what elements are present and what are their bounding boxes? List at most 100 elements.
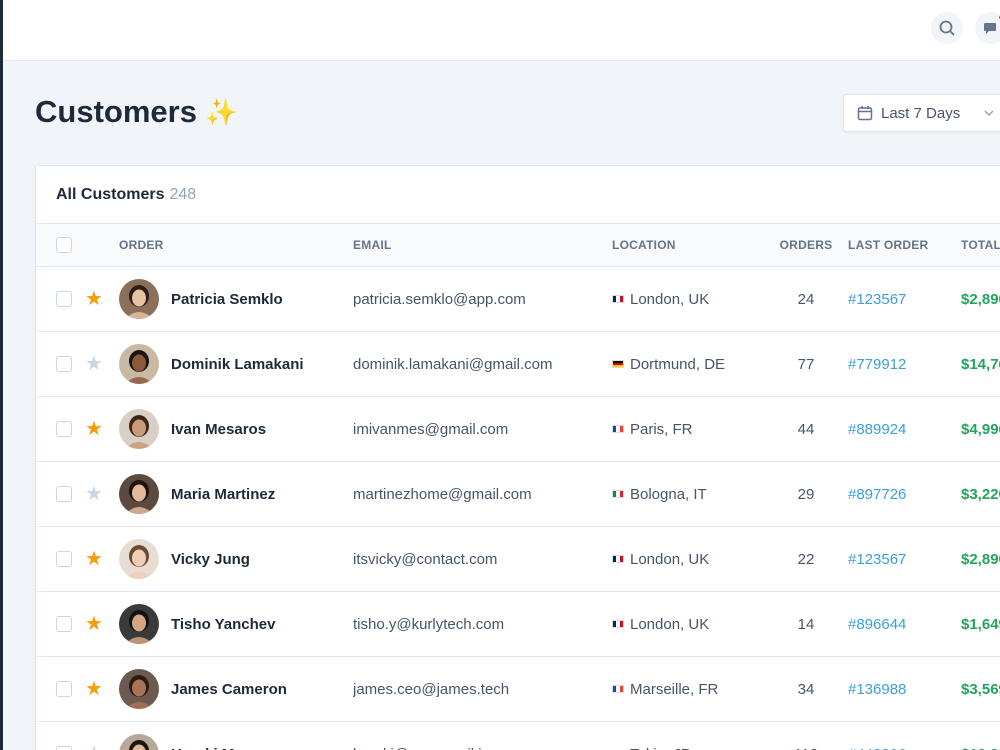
sidebar-edge [0, 0, 3, 750]
flag-icon [612, 490, 624, 498]
chevron-down-icon [984, 110, 994, 117]
customer-total: $1,649.99 [961, 615, 1000, 633]
customer-total: $19,246.07 [961, 746, 1000, 750]
flag-icon [612, 295, 624, 303]
date-range-label: Last 7 Days [881, 104, 961, 122]
avatar [119, 344, 159, 384]
customer-orders: 22 [797, 550, 815, 568]
customer-email: dominik.lamakani@gmail.com [353, 355, 553, 373]
last-order-link[interactable]: #889924 [848, 421, 906, 438]
avatar [119, 734, 159, 750]
customer-total: $14,767.04 [961, 355, 1000, 373]
customer-total: $2,890.66 [961, 550, 1000, 568]
chat-icon [984, 23, 996, 34]
row-checkbox[interactable] [56, 421, 72, 437]
customer-name[interactable]: Haruki Masuno [171, 746, 279, 750]
column-total[interactable]: Total [961, 224, 1000, 267]
customer-orders: 34 [797, 680, 815, 698]
table-header-row: Order Email Location Orders Last Order T… [36, 223, 1000, 267]
row-checkbox[interactable] [56, 356, 72, 372]
table-row[interactable]: ★ Tisho Yanchev tisho.y@kurlytech.com Lo… [36, 592, 1000, 657]
row-checkbox[interactable] [56, 681, 72, 697]
customer-name[interactable]: Maria Martinez [171, 486, 275, 503]
customer-orders: 29 [797, 485, 815, 503]
customer-orders: 44 [797, 420, 815, 438]
customer-name[interactable]: Tisho Yanchev [171, 616, 276, 633]
search-icon [939, 20, 955, 36]
table-row[interactable]: ★ Patricia Semklo patricia.semklo@app.co… [36, 267, 1000, 332]
last-order-link[interactable]: #897726 [848, 486, 906, 503]
customer-location: Bologna, IT [630, 485, 707, 503]
customer-email: martinezhome@gmail.com [353, 485, 532, 503]
star-icon[interactable]: ★ [85, 678, 103, 700]
customer-orders: 77 [797, 355, 815, 373]
customer-count: 248 [169, 185, 197, 203]
column-order[interactable]: Order [119, 224, 353, 267]
customer-email: tisho.y@kurlytech.com [353, 615, 505, 633]
flag-icon [612, 685, 624, 693]
star-icon[interactable]: ★ [85, 613, 103, 635]
flag-icon [612, 620, 624, 628]
customer-orders: 14 [797, 615, 815, 633]
customers-table: Order Email Location Orders Last Order T… [36, 223, 1000, 750]
star-icon[interactable]: ★ [85, 743, 103, 750]
table-row[interactable]: ★ Haruki Masuno haruki@supermail.jp Toki… [36, 722, 1000, 750]
table-row[interactable]: ★ Maria Martinez martinezhome@gmail.com … [36, 462, 1000, 527]
flag-icon [612, 425, 624, 433]
last-order-link[interactable]: #136988 [848, 681, 906, 698]
star-icon[interactable]: ★ [85, 483, 103, 505]
select-all-checkbox[interactable] [56, 237, 72, 253]
flag-icon [612, 555, 624, 563]
avatar [119, 279, 159, 319]
customer-location: Dortmund, DE [630, 355, 726, 373]
row-checkbox[interactable] [56, 486, 72, 502]
messages-button[interactable] [975, 12, 1000, 44]
customer-orders: 24 [797, 290, 815, 308]
avatar [119, 539, 159, 579]
customer-email: imivanmes@gmail.com [353, 420, 509, 438]
last-order-link[interactable]: #442206 [848, 746, 906, 750]
table-row[interactable]: ★ James Cameron james.ceo@james.tech Mar… [36, 657, 1000, 722]
row-checkbox[interactable] [56, 746, 72, 750]
table-title: All Customers [56, 185, 165, 203]
row-checkbox[interactable] [56, 616, 72, 632]
customer-name[interactable]: Ivan Mesaros [171, 421, 266, 438]
column-email[interactable]: Email [353, 224, 612, 267]
row-checkbox[interactable] [56, 551, 72, 567]
search-button[interactable] [931, 12, 963, 44]
star-icon[interactable]: ★ [85, 288, 103, 310]
customer-total: $3,569.87 [961, 680, 1000, 698]
column-location[interactable]: Location [612, 224, 764, 267]
last-order-link[interactable]: #779912 [848, 356, 906, 373]
avatar [119, 604, 159, 644]
calendar-icon [857, 106, 873, 121]
customer-total: $2,890.66 [961, 290, 1000, 308]
star-icon[interactable]: ★ [85, 418, 103, 440]
avatar [119, 474, 159, 514]
customer-email: patricia.semklo@app.com [353, 290, 526, 308]
customer-location: Marseille, FR [630, 680, 719, 698]
customer-location: Tokio, JP [630, 746, 691, 750]
customer-name[interactable]: Dominik Lamakani [171, 356, 304, 373]
page-title-text: Customers [35, 94, 197, 129]
table-row[interactable]: ★ Dominik Lamakani dominik.lamakani@gmai… [36, 332, 1000, 397]
row-checkbox[interactable] [56, 291, 72, 307]
flag-icon [612, 360, 624, 368]
avatar [119, 409, 159, 449]
table-row[interactable]: ★ Vicky Jung itsvicky@contact.com London… [36, 527, 1000, 592]
customer-total: $3,220.66 [961, 485, 1000, 503]
column-last-order[interactable]: Last Order [848, 224, 961, 267]
last-order-link[interactable]: #123567 [848, 291, 906, 308]
star-icon[interactable]: ★ [85, 548, 103, 570]
date-range-dropdown[interactable]: Last 7 Days [843, 94, 1000, 132]
table-header: All Customers 248 [36, 166, 1000, 223]
table-row[interactable]: ★ Ivan Mesaros imivanmes@gmail.com Paris… [36, 397, 1000, 462]
column-orders[interactable]: Orders [764, 224, 848, 267]
last-order-link[interactable]: #123567 [848, 551, 906, 568]
last-order-link[interactable]: #896644 [848, 616, 906, 633]
customer-email: james.ceo@james.tech [353, 680, 510, 698]
star-icon[interactable]: ★ [85, 353, 103, 375]
customer-name[interactable]: Vicky Jung [171, 551, 250, 568]
customer-name[interactable]: Patricia Semklo [171, 291, 283, 308]
customer-name[interactable]: James Cameron [171, 681, 287, 698]
